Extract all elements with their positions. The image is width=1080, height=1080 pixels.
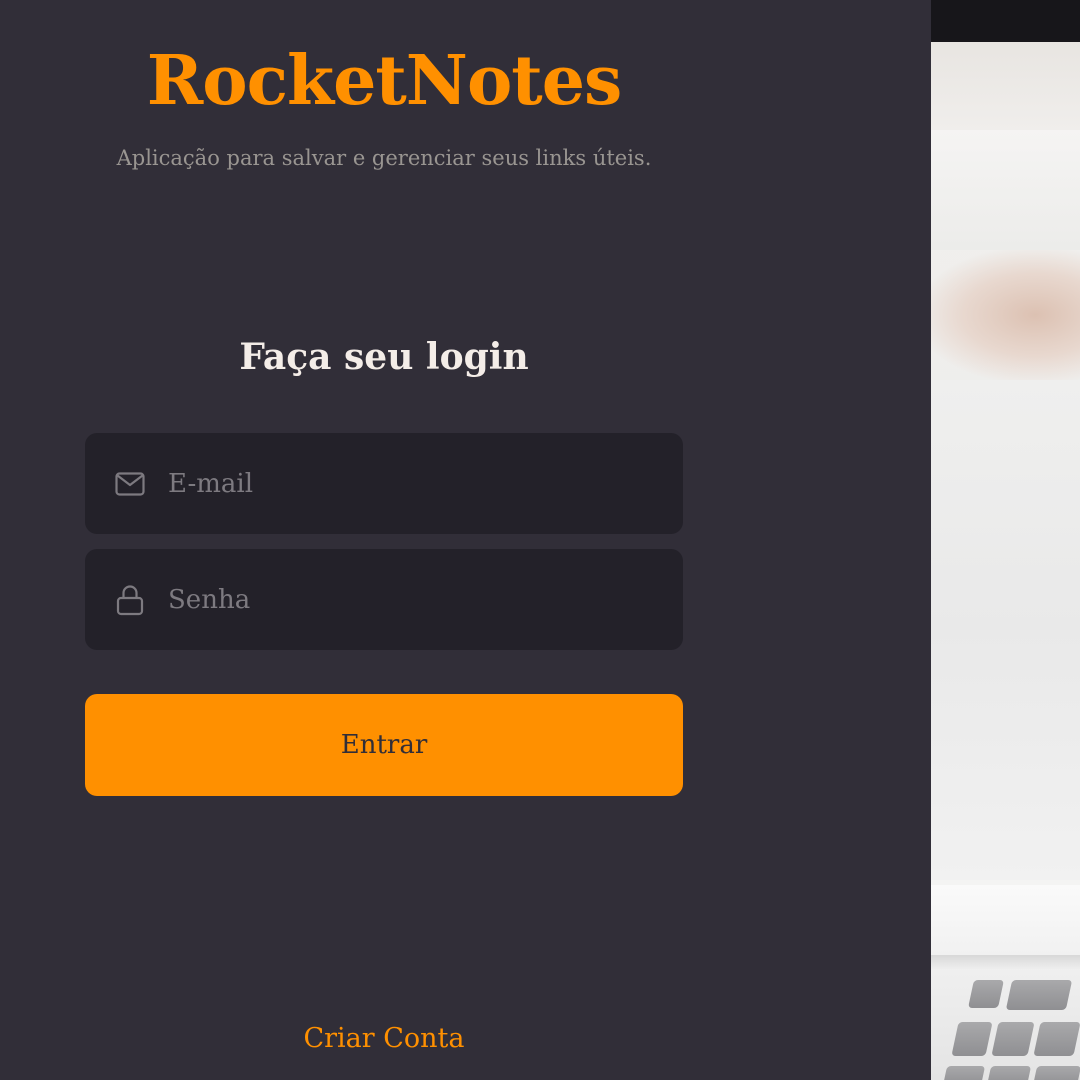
laptop-key — [1032, 1066, 1080, 1080]
photo-desk — [931, 380, 1080, 880]
email-input[interactable] — [168, 433, 683, 534]
laptop-key — [951, 1022, 993, 1056]
sign-in-form-panel: RocketNotes Aplicação para salvar e gere… — [0, 0, 931, 1080]
laptop-key — [942, 1066, 986, 1080]
brand-title: RocketNotes — [146, 41, 623, 121]
password-input[interactable] — [168, 549, 683, 650]
login-heading: Faça seu login — [239, 336, 529, 378]
laptop-key — [1033, 1022, 1080, 1056]
photo-laptop-edge — [931, 955, 1080, 969]
password-field[interactable] — [85, 549, 683, 650]
photo-wall — [931, 130, 1080, 250]
laptop-key — [968, 980, 1004, 1008]
laptop-key — [991, 1022, 1035, 1056]
sign-in-page: RocketNotes Aplicação para salvar e gere… — [0, 0, 1080, 1080]
lock-icon — [114, 584, 146, 616]
enter-button[interactable]: Entrar — [85, 694, 683, 796]
background-photo — [931, 0, 1080, 1080]
mail-icon — [114, 468, 146, 500]
laptop-key — [1005, 980, 1073, 1010]
photo-ceiling — [931, 42, 1080, 132]
create-account-link[interactable]: Criar Conta — [85, 1023, 683, 1055]
brand-subtitle: Aplicação para salvar e gerenciar seus l… — [116, 146, 652, 170]
photo-blurred-object — [931, 250, 1080, 380]
email-field[interactable] — [85, 433, 683, 534]
photo-top-band — [931, 0, 1080, 42]
laptop-key — [986, 1066, 1032, 1080]
